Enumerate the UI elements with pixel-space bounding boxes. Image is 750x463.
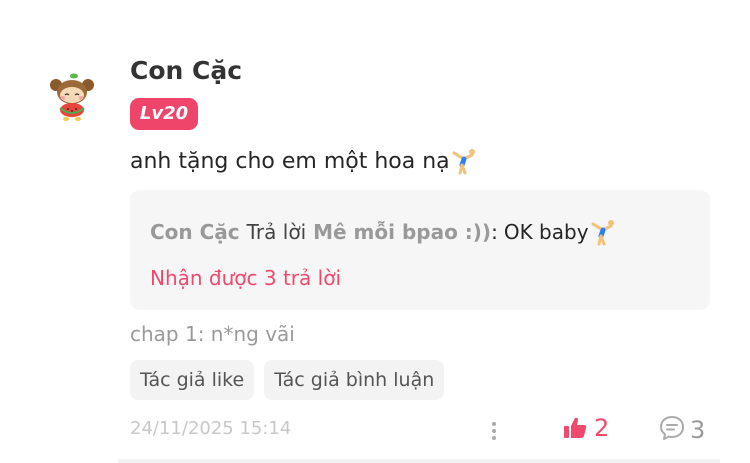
timestamp: 24/11/2025 15:14 [130, 418, 292, 439]
tag-list: Tác giả like Tác giả bình luận [130, 360, 445, 400]
comment-body: anh tặng cho em một hoa nạ [130, 148, 450, 174]
tag-author-comment: Tác giả bình luận [264, 360, 445, 400]
reply-preview[interactable]: Con Cặc Trả lời Mê mỗi bpao :)) : OK bab… [130, 190, 710, 310]
vertical-ellipsis-icon[interactable] [484, 418, 504, 444]
reply-text: OK baby [503, 220, 589, 244]
comment-text: anh tặng cho em một hoa nạ [130, 147, 478, 175]
tag-author-like: Tác giả like [130, 360, 255, 400]
chapter-label: chap 1: n*ng vãi [130, 322, 295, 346]
reply-verb: Trả lời [246, 220, 307, 244]
speech-bubble-icon [658, 414, 686, 446]
cartoon-avatar-icon [44, 68, 100, 124]
reply-author[interactable]: Con Cặc [150, 220, 240, 244]
view-replies-link[interactable]: Nhận được 3 trả lời [150, 266, 341, 290]
like-button[interactable]: 2 [562, 414, 609, 442]
gymnast-emoji-icon [589, 218, 617, 246]
comment-item: Con Cặc Lv20 anh tặng cho em một hoa nạ … [0, 0, 750, 463]
reply-line: Con Cặc Trả lời Mê mỗi bpao :)) : OK bab… [150, 218, 617, 246]
reply-target[interactable]: Mê mỗi bpao :)) [313, 220, 491, 244]
comment-count: 3 [690, 416, 706, 444]
comment-button[interactable]: 3 [658, 414, 705, 446]
divider [118, 459, 720, 463]
like-count: 2 [594, 414, 610, 442]
username[interactable]: Con Cặc [130, 56, 242, 85]
level-badge: Lv20 [130, 98, 198, 130]
gymnast-emoji-icon [450, 147, 478, 175]
thumbs-up-icon [562, 415, 588, 441]
avatar[interactable] [44, 68, 100, 124]
reply-separator: : [491, 220, 498, 244]
